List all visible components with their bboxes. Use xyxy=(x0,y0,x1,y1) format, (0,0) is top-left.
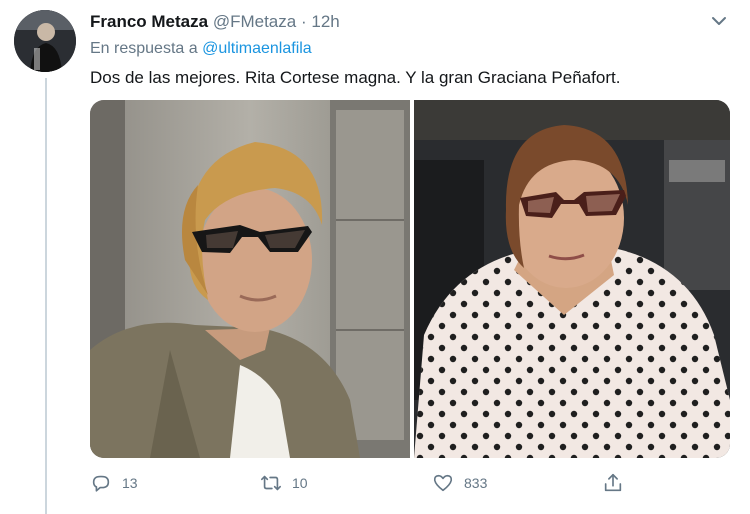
reply-icon xyxy=(92,475,110,492)
tweet-header: Franco Metaza @FMetaza · 12h xyxy=(90,12,340,32)
reply-context: En respuesta a @ultimaenlafila xyxy=(90,40,312,58)
retweet-button[interactable]: 10 xyxy=(260,472,308,494)
timestamp[interactable]: 12h xyxy=(311,12,339,31)
photo-right[interactable] xyxy=(414,100,730,458)
like-button[interactable]: 833 xyxy=(432,472,487,494)
reply-mention-link[interactable]: @ultimaenlafila xyxy=(202,40,312,57)
like-icon xyxy=(433,474,453,492)
chevron-down-icon[interactable] xyxy=(708,10,730,32)
share-button[interactable] xyxy=(602,472,624,494)
media-grid xyxy=(90,100,730,458)
avatar[interactable] xyxy=(14,10,76,72)
like-count: 833 xyxy=(464,475,488,491)
retweet-icon xyxy=(261,475,281,491)
tweet-text: Dos de las mejores. Rita Cortese magna. … xyxy=(90,68,621,87)
author-handle[interactable]: @FMetaza xyxy=(213,12,296,31)
thread-line xyxy=(45,78,47,514)
reply-count: 13 xyxy=(122,475,138,491)
author-name[interactable]: Franco Metaza xyxy=(90,12,208,31)
reply-prefix: En respuesta a xyxy=(90,40,198,57)
photo-left[interactable] xyxy=(90,100,410,458)
share-icon xyxy=(604,473,622,492)
separator-dot: · xyxy=(300,12,307,31)
reply-button[interactable]: 13 xyxy=(90,472,138,494)
retweet-count: 10 xyxy=(292,475,308,491)
tweet-actions: 13 10 833 xyxy=(90,472,730,502)
